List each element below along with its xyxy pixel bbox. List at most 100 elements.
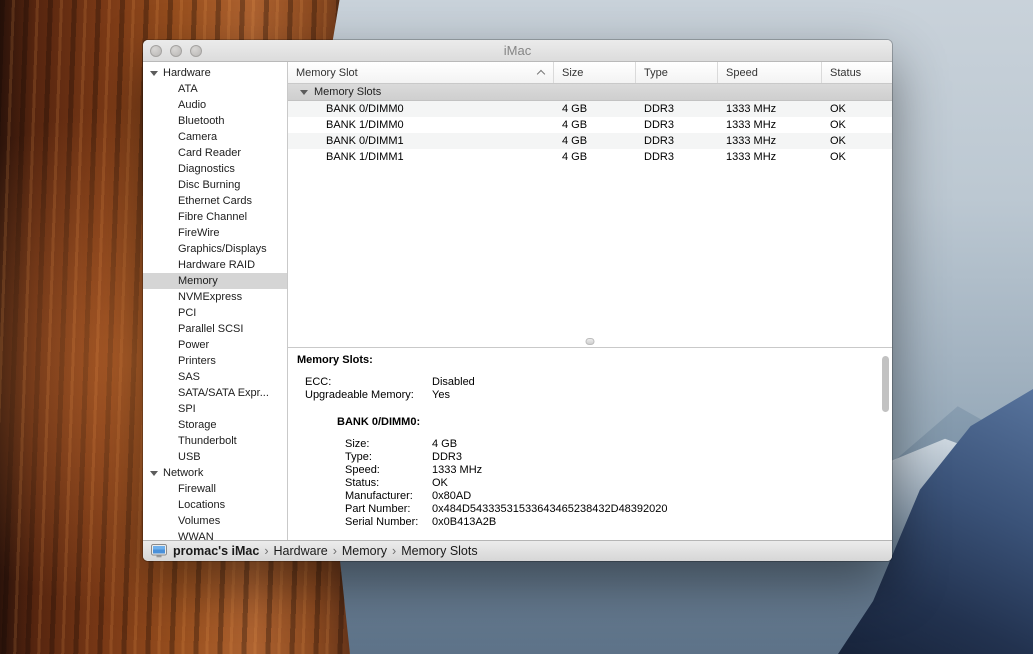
sidebar-item-bluetooth[interactable]: Bluetooth [143,113,287,129]
breadcrumb-separator: › [264,544,268,558]
breadcrumb-item-memory-slots: Memory Slots [401,544,477,558]
detail-label: Serial Number: [345,516,432,529]
pane-splitter[interactable] [288,334,892,348]
sidebar-item-fibre-channel[interactable]: Fibre Channel [143,209,287,225]
detail-line: Upgradeable Memory:Yes [288,389,892,402]
column-header-speed[interactable]: Speed [718,62,822,83]
sidebar-item-audio[interactable]: Audio [143,97,287,113]
table-row[interactable]: BANK 0/DIMM14 GBDDR31333 MHzOK [288,133,892,149]
computer-icon [151,544,167,558]
sidebar-item-volumes[interactable]: Volumes [143,513,287,529]
detail-value: 1333 MHz [432,464,482,477]
sidebar-item-graphics-displays[interactable]: Graphics/Displays [143,241,287,257]
detail-label: Manufacturer: [345,490,432,503]
disclosure-triangle-icon[interactable] [300,90,308,95]
sidebar-item-pci[interactable]: PCI [143,305,287,321]
sidebar-item-printers[interactable]: Printers [143,353,287,369]
detail-value: OK [432,477,448,490]
column-header-memory-slot[interactable]: Memory Slot [288,62,554,83]
main-pane: Memory Slot SizeType Speed Status Memory Sl… [288,62,892,540]
cell-type: DDR3 [636,117,718,133]
sidebar-item-card-reader[interactable]: Card Reader [143,145,287,161]
sidebar-item-wwan[interactable]: WWAN [143,529,287,540]
cell-type: DDR3 [636,149,718,165]
disclosure-triangle-icon[interactable] [150,471,158,476]
sidebar-item-firewall[interactable]: Firewall [143,481,287,497]
sidebar-item-storage[interactable]: Storage [143,417,287,433]
detail-value: 0x80AD [432,490,471,503]
desktop-wallpaper: iMac Hardware ATAAudioBluetoothCameraCard… [0,0,1033,654]
sidebar-section-label: Hardware [163,67,211,79]
sidebar-item-diagnostics[interactable]: Diagnostics [143,161,287,177]
close-button[interactable] [150,45,162,57]
table-row[interactable]: BANK 1/DIMM14 GBDDR31333 MHzOK [288,149,892,165]
detail-line: Serial Number:0x0B413A2B [288,516,892,529]
sidebar-item-thunderbolt[interactable]: Thunderbolt [143,433,287,449]
table-row[interactable]: BANK 1/DIMM04 GBDDR31333 MHzOK [288,117,892,133]
detail-value: 0x484D54333531533643465238432D48392020 [432,503,668,516]
status-bar: promac's iMac›Hardware›Memory›Memory Slo… [143,540,892,561]
breadcrumb-item-memory: Memory [342,544,387,558]
sidebar-section-hardware[interactable]: Hardware [143,65,287,81]
sidebar-item-sata-sata-expr[interactable]: SATA/SATA Expr... [143,385,287,401]
details-fields: Size:4 GBType:DDR3Speed:1333 MHzStatus:O… [288,438,892,529]
detail-value: Disabled [432,376,475,389]
detail-line: Size:4 GB [288,438,892,451]
column-header-size[interactable]: Size [554,62,636,83]
detail-label: Type: [345,451,432,464]
sidebar-item-usb[interactable]: USB [143,449,287,465]
cell-size: 4 GB [554,101,636,117]
cell-slot: BANK 0/DIMM0 [288,101,554,117]
minimize-button[interactable] [170,45,182,57]
sidebar-item-parallel-scsi[interactable]: Parallel SCSI [143,321,287,337]
sidebar-item-hardware-raid[interactable]: Hardware RAID [143,257,287,273]
column-header-status[interactable]: Status [822,62,892,83]
column-header-label: Speed [726,67,758,79]
detail-line: Part Number:0x484D5433353153364346523843… [288,503,892,516]
splitter-dimple-icon[interactable] [586,338,595,345]
sidebar-item-sas[interactable]: SAS [143,369,287,385]
sidebar-item-nvmexpress[interactable]: NVMExpress [143,289,287,305]
sort-ascending-icon [537,70,545,78]
group-row-label: Memory Slots [314,86,381,98]
table-row[interactable]: BANK 0/DIMM04 GBDDR31333 MHzOK [288,101,892,117]
sidebar-item-locations[interactable]: Locations [143,497,287,513]
cell-slot: BANK 1/DIMM0 [288,117,554,133]
sidebar-section-network[interactable]: Network [143,465,287,481]
breadcrumb: promac's iMac›Hardware›Memory›Memory Slo… [173,544,478,558]
breadcrumb-separator: › [333,544,337,558]
sidebar-item-firewire[interactable]: FireWire [143,225,287,241]
sidebar-item-spi[interactable]: SPI [143,401,287,417]
memory-slot-table: Memory Slot SizeType Speed Status Memory Sl… [288,62,892,334]
group-row-memory-slots[interactable]: Memory Slots [288,84,892,101]
cell-size: 4 GB [554,117,636,133]
sidebar-item-camera[interactable]: Camera [143,129,287,145]
detail-label: Status: [345,477,432,490]
detail-line: Manufacturer:0x80AD [288,490,892,503]
sidebar-item-power[interactable]: Power [143,337,287,353]
detail-label: Speed: [345,464,432,477]
detail-line: ECC:Disabled [288,376,892,389]
cell-slot: BANK 1/DIMM1 [288,149,554,165]
detail-value: DDR3 [432,451,462,464]
cell-speed: 1333 MHz [718,117,822,133]
details-scrollbar[interactable] [882,356,889,412]
column-header-type[interactable]: Type [636,62,718,83]
zoom-button[interactable] [190,45,202,57]
sidebar-item-ata[interactable]: ATA [143,81,287,97]
cell-speed: 1333 MHz [718,101,822,117]
cell-speed: 1333 MHz [718,149,822,165]
details-title: Memory Slots: [297,354,892,366]
details-pane: Memory Slots: ECC:DisabledUpgradeable Me… [288,348,892,540]
breadcrumb-separator: › [392,544,396,558]
detail-line: Speed:1333 MHz [288,464,892,477]
cell-size: 4 GB [554,133,636,149]
sidebar-item-disc-burning[interactable]: Disc Burning [143,177,287,193]
sidebar-item-ethernet-cards[interactable]: Ethernet Cards [143,193,287,209]
details-summary: ECC:DisabledUpgradeable Memory:Yes [288,376,892,402]
disclosure-triangle-icon[interactable] [150,71,158,76]
window-titlebar[interactable]: iMac [143,40,892,62]
column-header-label: Memory Slot [296,67,358,79]
sidebar-item-memory[interactable]: Memory [143,273,287,289]
detail-label: Part Number: [345,503,432,516]
